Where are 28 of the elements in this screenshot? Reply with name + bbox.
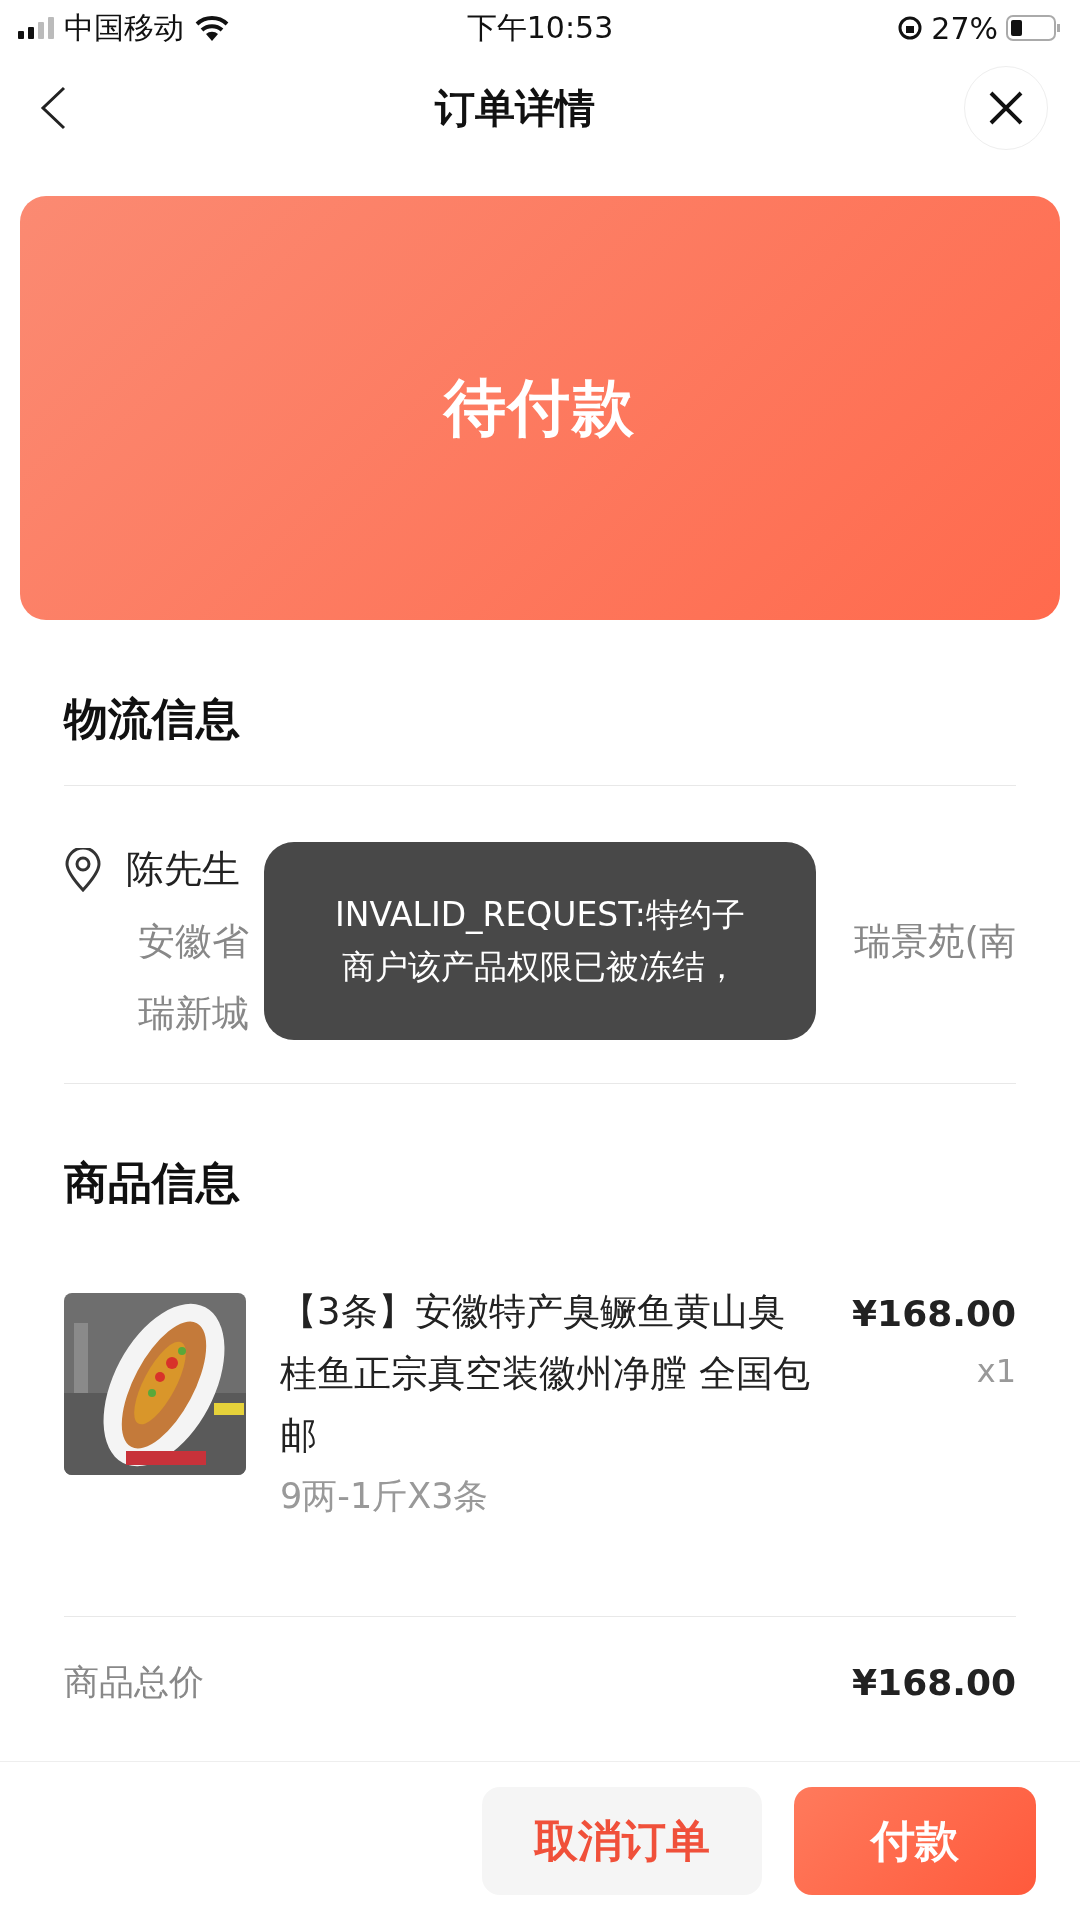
product-price: ¥168.00: [852, 1293, 1016, 1334]
order-status: 待付款: [444, 370, 636, 446]
section-heading: 物流信息: [64, 692, 241, 746]
battery-percent: 27%: [931, 10, 998, 46]
total-price: ¥168.00: [852, 1661, 1016, 1703]
status-time: 下午10:53: [466, 8, 614, 47]
toast-message: 商户该产品权限已被冻结，: [342, 946, 738, 988]
product-spec: 9两-1斤X3条: [280, 1475, 490, 1518]
address-text: 瑞新城: [138, 991, 249, 1037]
pay-button[interactable]: 付款: [794, 1787, 1036, 1895]
close-icon[interactable]: [988, 90, 1024, 126]
product-quantity: x1: [976, 1352, 1016, 1390]
toast-message: INVALID_REQUEST:特约子: [335, 894, 745, 936]
location-pin-icon: [64, 847, 102, 892]
address-text: 瑞景苑(南: [853, 919, 1016, 965]
product-title: 【3条】安徽特产臭鳜鱼黄山臭桂鱼正宗真空装徽州净膛 全国包邮: [280, 1289, 811, 1459]
signal-icon: [18, 17, 54, 39]
battery-icon: [1006, 15, 1062, 41]
section-heading: 商品信息: [64, 1156, 241, 1210]
page-title: 订单详情: [435, 83, 595, 133]
address-text: 安徽省: [138, 919, 249, 965]
cancel-order-button[interactable]: 取消订单: [482, 1787, 762, 1895]
carrier-name: 中国移动: [64, 8, 184, 47]
recipient-name: 陈先生: [126, 846, 240, 893]
rotation-lock-icon: [897, 15, 924, 41]
total-label: 商品总价: [64, 1660, 204, 1704]
back-button[interactable]: [40, 86, 66, 130]
wifi-icon: [194, 14, 230, 42]
